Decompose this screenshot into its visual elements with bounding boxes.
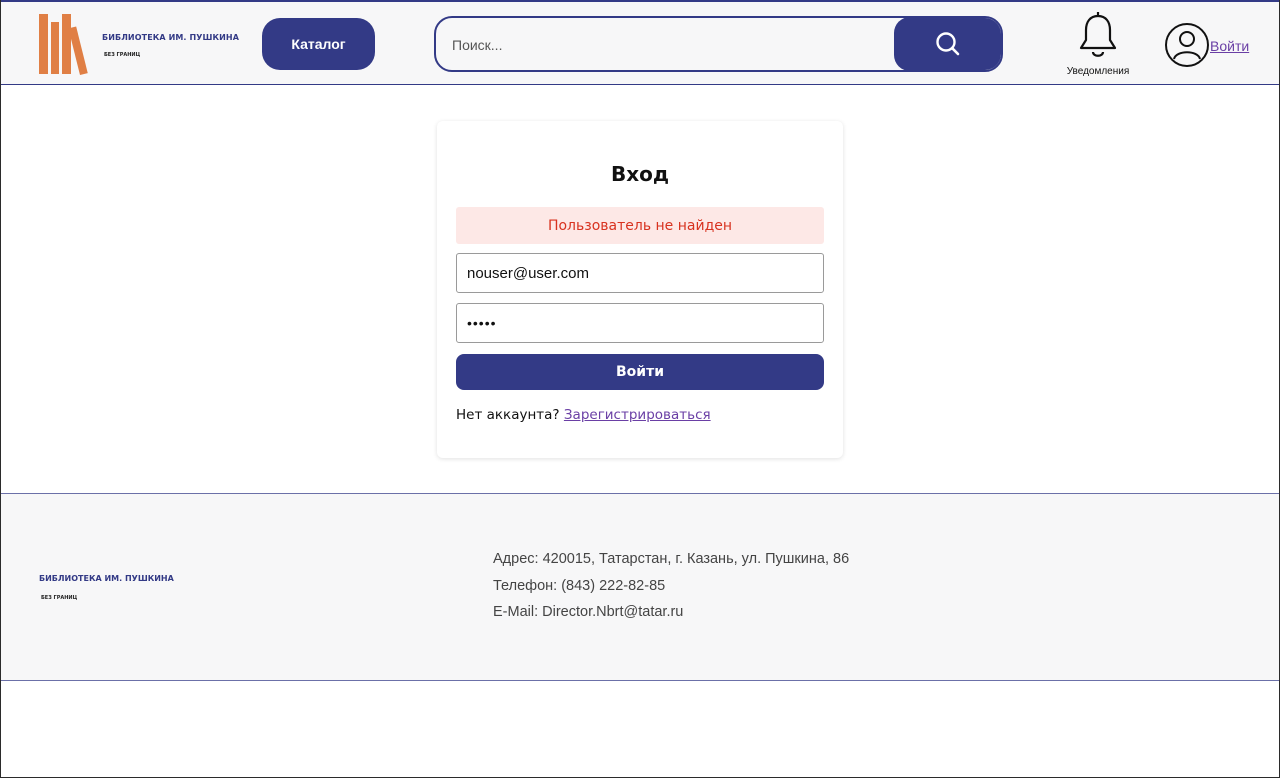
site-header: БИБЛИОТЕКА ИМ. ПУШКИНА БЕЗ ГРАНИЦ Катало… [0,0,1280,85]
search-icon [936,32,960,56]
register-link[interactable]: Зарегистрироваться [564,407,711,423]
site-footer: БИБЛИОТЕКА ИМ. ПУШКИНА БЕЗ ГРАНИЦ Адрес:… [0,493,1280,681]
user-icon[interactable] [1164,22,1210,68]
logo-subtitle: БЕЗ ГРАНИЦ [104,52,141,58]
footer-phone: Телефон: (843) 222-82-85 [493,577,666,594]
search-button[interactable] [894,18,1001,70]
footer-address: Адрес: 420015, Татарстан, г. Казань, ул.… [493,551,850,567]
search-input[interactable] [450,18,894,70]
error-message: Пользователь не найден [456,207,824,244]
signup-prompt: Нет аккаунта? Зарегистрироваться [456,407,711,423]
footer-logo-title: БИБЛИОТЕКА ИМ. ПУШКИНА [39,574,174,583]
bell-icon [1079,12,1117,57]
notifications-label: Уведомления [1066,66,1130,77]
search-bar [434,16,1003,72]
footer-email: E-Mail: Director.Nbrt@tatar.ru [493,604,684,620]
login-title: Вход [610,162,670,186]
notifications-button[interactable]: Уведомления [1060,10,1136,82]
no-account-text: Нет аккаунта? [456,407,560,423]
logo-title: БИБЛИОТЕКА ИМ. ПУШКИНА [102,33,240,42]
books-logo-icon [36,10,100,76]
footer-contacts: Адрес: 420015, Татарстан, г. Казань, ул.… [493,550,849,630]
login-submit-button[interactable]: Войти [456,354,824,390]
site-logo[interactable]: БИБЛИОТЕКА ИМ. ПУШКИНА БЕЗ ГРАНИЦ [36,10,240,80]
email-field[interactable] [456,253,824,293]
password-field[interactable] [456,303,824,343]
catalog-button[interactable]: Каталог [262,18,375,70]
header-login-link[interactable]: Войти [1210,38,1249,54]
footer-logo-subtitle: БЕЗ ГРАНИЦ [41,595,78,601]
login-card: Вход Пользователь не найден Войти Нет ак… [437,121,843,458]
